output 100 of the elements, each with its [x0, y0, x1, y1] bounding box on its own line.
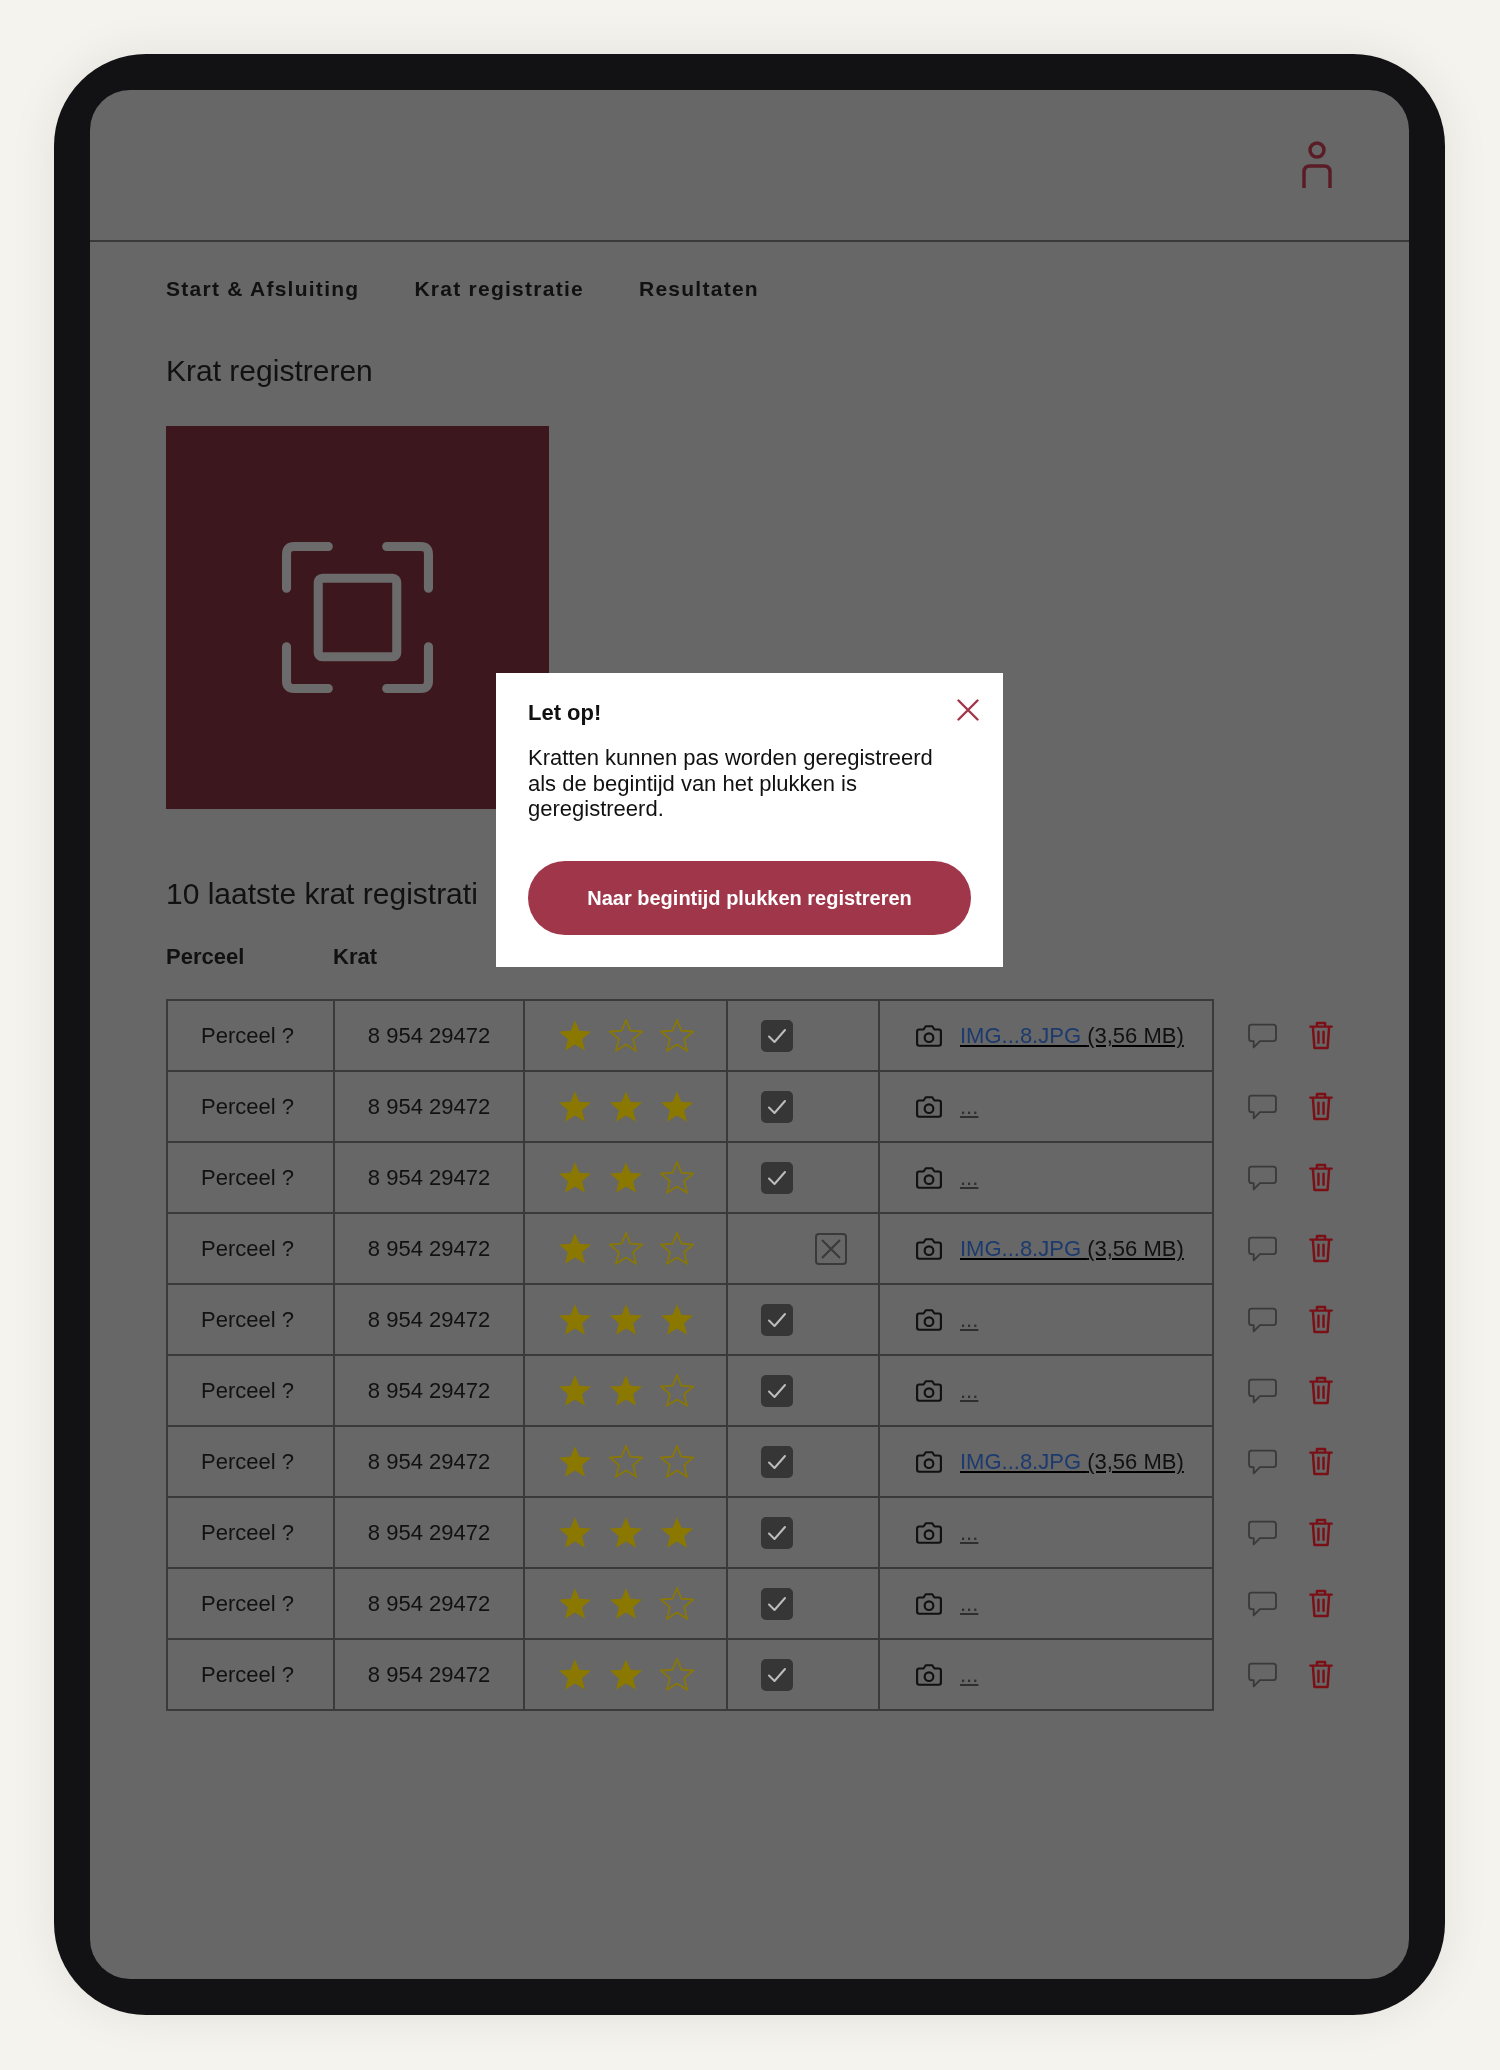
table-cell: 8 954 29472 [334, 1497, 524, 1568]
nav-link[interactable]: Start & Afsluiting [166, 276, 360, 302]
star-icon [557, 1445, 592, 1478]
camera-icon[interactable] [916, 1592, 942, 1615]
speech-bubble-icon[interactable] [1248, 1661, 1277, 1688]
star-icon [557, 1658, 592, 1691]
star-outline-icon [659, 1232, 694, 1265]
star-icon [608, 1303, 643, 1336]
checkbox[interactable] [761, 1374, 793, 1407]
trash-icon[interactable] [1309, 1518, 1333, 1547]
star-outline-icon [659, 1658, 694, 1691]
star-icon [608, 1161, 643, 1194]
star-icon [557, 1232, 592, 1265]
star-icon [557, 1090, 592, 1123]
trash-icon[interactable] [1309, 1092, 1333, 1121]
nav-link[interactable]: Resultaten [638, 276, 759, 302]
speech-bubble-icon[interactable] [1248, 1377, 1277, 1404]
table-cell: Perceel ? [167, 1568, 334, 1639]
star-icon [659, 1516, 694, 1549]
section-title: 10 laatste krat registrati [166, 876, 478, 912]
photo-link[interactable]: ... [960, 1516, 979, 1549]
trash-icon[interactable] [1309, 1589, 1333, 1618]
star-icon [557, 1516, 592, 1549]
table-cell: Perceel ? [167, 1142, 334, 1213]
speech-bubble-icon[interactable] [1248, 1235, 1277, 1262]
speech-bubble-icon[interactable] [1248, 1590, 1277, 1617]
checkbox[interactable] [761, 1090, 793, 1123]
checkbox[interactable] [761, 1445, 793, 1478]
photo-link[interactable]: ... [960, 1161, 979, 1194]
speech-bubble-icon[interactable] [1248, 1093, 1277, 1120]
trash-icon[interactable] [1309, 1234, 1333, 1263]
trash-icon[interactable] [1309, 1660, 1333, 1689]
checkbox[interactable] [815, 1232, 847, 1265]
trash-icon[interactable] [1309, 1163, 1333, 1192]
star-icon [659, 1303, 694, 1336]
nav-link[interactable]: Krat registratie [414, 276, 584, 302]
table-cell: 8 954 29472 [334, 1000, 524, 1071]
checkbox[interactable] [761, 1303, 793, 1336]
speech-bubble-icon[interactable] [1248, 1306, 1277, 1333]
star-icon [608, 1516, 643, 1549]
table-cell: Perceel ? [167, 1497, 334, 1568]
scan-icon [282, 542, 433, 693]
star-outline-icon [608, 1445, 643, 1478]
star-outline-icon [659, 1445, 694, 1478]
table-cell: Perceel ? [167, 1355, 334, 1426]
table-cell: Perceel ? [167, 1284, 334, 1355]
star-outline-icon [659, 1161, 694, 1194]
column-header: Perceel [166, 944, 245, 970]
star-icon [608, 1374, 643, 1407]
camera-icon[interactable] [916, 1663, 942, 1686]
dialog-title: Let op! [528, 700, 602, 726]
user-icon[interactable] [1301, 141, 1333, 189]
photo-link[interactable]: ... [960, 1374, 979, 1407]
checkbox[interactable] [761, 1587, 793, 1620]
camera-icon[interactable] [916, 1237, 942, 1260]
photo-link[interactable]: ... [960, 1303, 979, 1336]
star-icon [557, 1587, 592, 1620]
table-cell: 8 954 29472 [334, 1213, 524, 1284]
close-button[interactable] [957, 699, 979, 721]
star-outline-icon [659, 1019, 694, 1052]
photo-link[interactable]: ... [960, 1658, 979, 1691]
camera-icon[interactable] [916, 1450, 942, 1473]
camera-icon[interactable] [916, 1308, 942, 1331]
star-outline-icon [608, 1019, 643, 1052]
speech-bubble-icon[interactable] [1248, 1448, 1277, 1475]
star-outline-icon [608, 1232, 643, 1265]
trash-icon[interactable] [1309, 1305, 1333, 1334]
camera-icon[interactable] [916, 1379, 942, 1402]
star-icon [557, 1161, 592, 1194]
camera-icon[interactable] [916, 1166, 942, 1189]
table-cell: 8 954 29472 [334, 1142, 524, 1213]
table-cell: Perceel ? [167, 1071, 334, 1142]
photo-link[interactable]: ... [960, 1587, 979, 1620]
table-cell: 8 954 29472 [334, 1071, 524, 1142]
checkbox[interactable] [761, 1658, 793, 1691]
checkbox[interactable] [761, 1516, 793, 1549]
camera-icon[interactable] [916, 1024, 942, 1047]
speech-bubble-icon[interactable] [1248, 1519, 1277, 1546]
close-icon [957, 699, 979, 721]
star-icon [557, 1374, 592, 1407]
primary-button[interactable]: Naar begintijd plukken registreren [528, 861, 971, 936]
table-cell: Perceel ? [167, 1213, 334, 1284]
speech-bubble-icon[interactable] [1248, 1022, 1277, 1049]
table-cell: 8 954 29472 [334, 1426, 524, 1497]
speech-bubble-icon[interactable] [1248, 1164, 1277, 1191]
star-outline-icon [659, 1587, 694, 1620]
trash-icon[interactable] [1309, 1376, 1333, 1405]
star-outline-icon [659, 1374, 694, 1407]
checkbox[interactable] [761, 1161, 793, 1194]
table-cell: Perceel ? [167, 1639, 334, 1710]
camera-icon[interactable] [916, 1521, 942, 1544]
trash-icon[interactable] [1309, 1021, 1333, 1050]
photo-link[interactable]: ... [960, 1090, 979, 1123]
table-cell: 8 954 29472 [334, 1355, 524, 1426]
star-icon [557, 1019, 592, 1052]
checkbox[interactable] [761, 1019, 793, 1052]
star-icon [608, 1658, 643, 1691]
star-icon [608, 1090, 643, 1123]
trash-icon[interactable] [1309, 1447, 1333, 1476]
camera-icon[interactable] [916, 1095, 942, 1118]
